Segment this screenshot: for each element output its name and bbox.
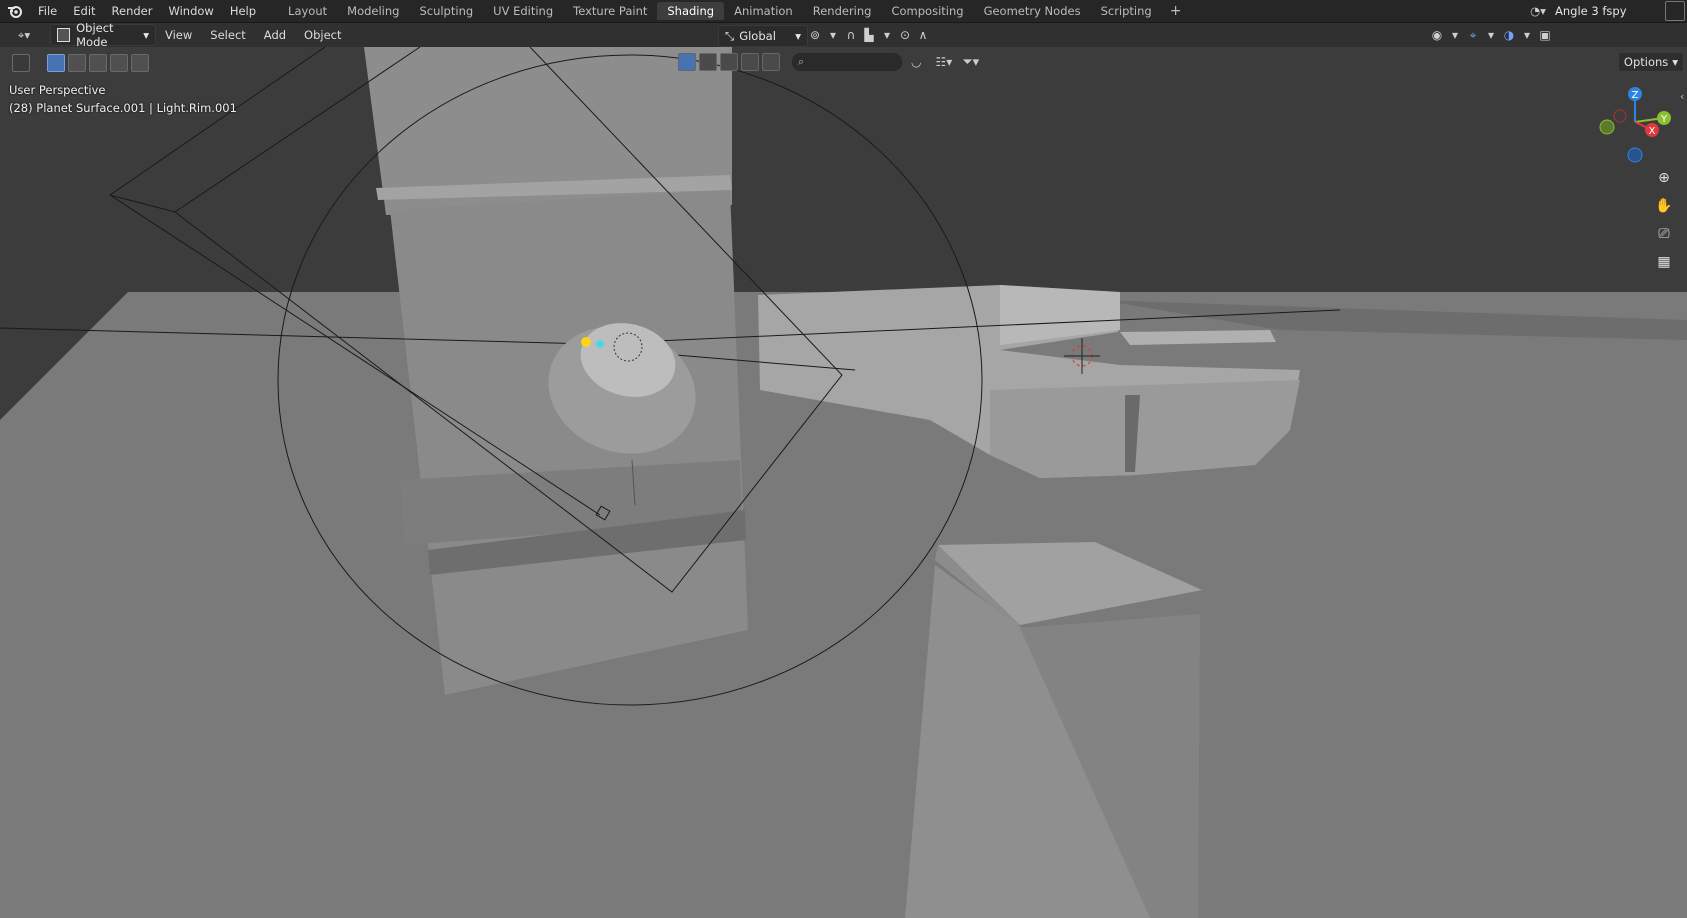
rock-lower [990, 380, 1300, 478]
camera-icon[interactable]: ⎚ [1652, 222, 1676, 246]
menu-edit[interactable]: Edit [65, 0, 103, 22]
tab-scripting[interactable]: Scripting [1091, 2, 1162, 20]
orientation-icon: ⤡ [725, 28, 735, 43]
select-intersect-icon[interactable] [131, 54, 149, 72]
link-icon[interactable]: ◡ [911, 55, 921, 69]
chevron-down-icon[interactable]: ▾ [1482, 28, 1500, 42]
object-mode-icon [57, 28, 71, 42]
proportional-edit-icon[interactable]: ⊙ [896, 28, 914, 42]
select-subtract-icon[interactable] [89, 54, 107, 72]
tab-texture-paint[interactable]: Texture Paint [563, 2, 657, 20]
view-name: User Perspective [9, 83, 106, 97]
menu-add[interactable]: Add [255, 28, 295, 42]
chevron-down-icon[interactable]: ▾ [878, 28, 896, 42]
tree-view-icon[interactable]: ☷▾ [935, 55, 952, 69]
menu-file[interactable]: File [30, 0, 65, 22]
gizmo-neg-y-ball[interactable] [1599, 119, 1615, 135]
blender-logo-icon[interactable] [0, 0, 30, 22]
select-new-icon[interactable] [47, 54, 65, 72]
tab-uv-editing[interactable]: UV Editing [483, 2, 563, 20]
menu-help[interactable]: Help [222, 0, 264, 22]
menu-object[interactable]: Object [295, 28, 350, 42]
overlay-icon[interactable]: ◑ [1500, 28, 1518, 42]
gizmo-x-label: X [1649, 126, 1656, 137]
scene-icon[interactable]: ◔▾ [1525, 4, 1551, 18]
hand-icon[interactable]: ✋ [1652, 194, 1676, 218]
pivot-icon[interactable]: ⊚ [806, 28, 824, 42]
options-button[interactable]: Options ▾ [1618, 52, 1684, 72]
gizmo-neg-z-ball[interactable] [1627, 147, 1643, 163]
tab-rendering[interactable]: Rendering [803, 2, 882, 20]
filter-world-icon[interactable] [741, 53, 759, 71]
transform-orientation-dropdown[interactable]: ⤡ Global ▾ [718, 25, 808, 47]
chevron-down-icon[interactable]: ▾ [824, 28, 842, 42]
tab-geometry-nodes[interactable]: Geometry Nodes [974, 2, 1091, 20]
filter-material-icon[interactable] [699, 53, 717, 71]
tab-compositing[interactable]: Compositing [881, 2, 973, 20]
gizmo-icon[interactable]: ⌖ [1464, 28, 1482, 43]
eye-icon[interactable]: ◉ [1428, 28, 1446, 42]
options-label: Options [1623, 55, 1669, 69]
snap-target-icon[interactable]: ▙ [860, 28, 878, 42]
mode-label: Object Mode [76, 21, 114, 49]
scene-name[interactable]: Angle 3 fspy [1551, 4, 1665, 18]
orientation-label: Global [739, 29, 776, 43]
viewport-scene[interactable] [0, 47, 1687, 918]
editor-type-icon[interactable]: ⌖▾ [6, 25, 42, 45]
chevron-down-icon: ▾ [143, 28, 149, 42]
menu-view[interactable]: View [156, 28, 201, 42]
chevron-down-icon: ▾ [795, 29, 801, 43]
tab-animation[interactable]: Animation [724, 2, 803, 20]
select-invert-icon[interactable] [110, 54, 128, 72]
xray-icon[interactable]: ▣ [1536, 28, 1554, 42]
filter-row: ⌕ ◡ ☷▾ ⏷▾ [678, 51, 979, 73]
falloff-icon[interactable]: ∧ [914, 28, 932, 42]
gizmo-z-label: Z [1632, 90, 1639, 101]
tab-modeling[interactable]: Modeling [337, 2, 409, 20]
tool-settings [12, 53, 152, 73]
navigation-gizmo[interactable]: Z Y X [1590, 82, 1680, 167]
ortho-grid-icon[interactable]: ▦ [1652, 250, 1676, 274]
3d-viewport[interactable] [0, 47, 1687, 918]
filter-mesh-icon[interactable] [678, 53, 696, 71]
filter-texture-icon[interactable] [762, 53, 780, 71]
light-origin-dot[interactable] [581, 337, 591, 347]
workspace-tabs: Layout Modeling Sculpting UV Editing Tex… [278, 0, 1189, 22]
gizmo-neg-x-ball[interactable] [1613, 109, 1627, 123]
pillar-body [390, 190, 748, 695]
gizmo-y-label: Y [1660, 114, 1668, 125]
active-object-info: (28) Planet Surface.001 | Light.Rim.001 [9, 101, 237, 115]
top-bar: File Edit Render Window Help Layout Mode… [0, 0, 1687, 23]
search-input[interactable]: ⌕ [791, 52, 903, 72]
chevron-down-icon: ▾ [1672, 55, 1679, 69]
select-extend-icon[interactable] [68, 54, 86, 72]
menu-render[interactable]: Render [104, 0, 161, 22]
chevron-down-icon[interactable]: ▾ [1518, 28, 1536, 42]
tab-layout[interactable]: Layout [278, 2, 337, 20]
search-icon: ⌕ [798, 55, 805, 68]
snapping-group: ⊚ ▾ ∩ ▙ ▾ ⊙ ∧ [806, 25, 932, 45]
tab-shading[interactable]: Shading [657, 2, 725, 20]
sidebar-toggle-icon[interactable]: ‹ [1680, 90, 1684, 103]
viewport-header: ⌖▾ Object Mode ▾ View Select Add Object … [0, 21, 1687, 67]
snap-icon[interactable]: ∩ [842, 28, 860, 42]
menu-select[interactable]: Select [201, 28, 254, 42]
filter-icon[interactable]: ⏷▾ [962, 55, 979, 70]
filter-particles-icon[interactable] [720, 53, 738, 71]
light-handle-dot[interactable] [596, 340, 604, 348]
visibility-group: ◉ ▾ ⌖ ▾ ◑ ▾ ▣ [1428, 25, 1554, 45]
scene-browse-icon[interactable] [1665, 1, 1685, 21]
mode-dropdown[interactable]: Object Mode ▾ [50, 21, 156, 49]
select-tool-icon[interactable] [12, 54, 30, 72]
scene-selector: ◔▾ Angle 3 fspy [1525, 0, 1687, 22]
add-workspace-button[interactable]: + [1162, 3, 1190, 19]
menu-window[interactable]: Window [160, 0, 221, 22]
zoom-icon[interactable]: ⊕ [1652, 166, 1676, 190]
tab-sculpting[interactable]: Sculpting [409, 2, 483, 20]
chevron-down-icon[interactable]: ▾ [1446, 28, 1464, 42]
